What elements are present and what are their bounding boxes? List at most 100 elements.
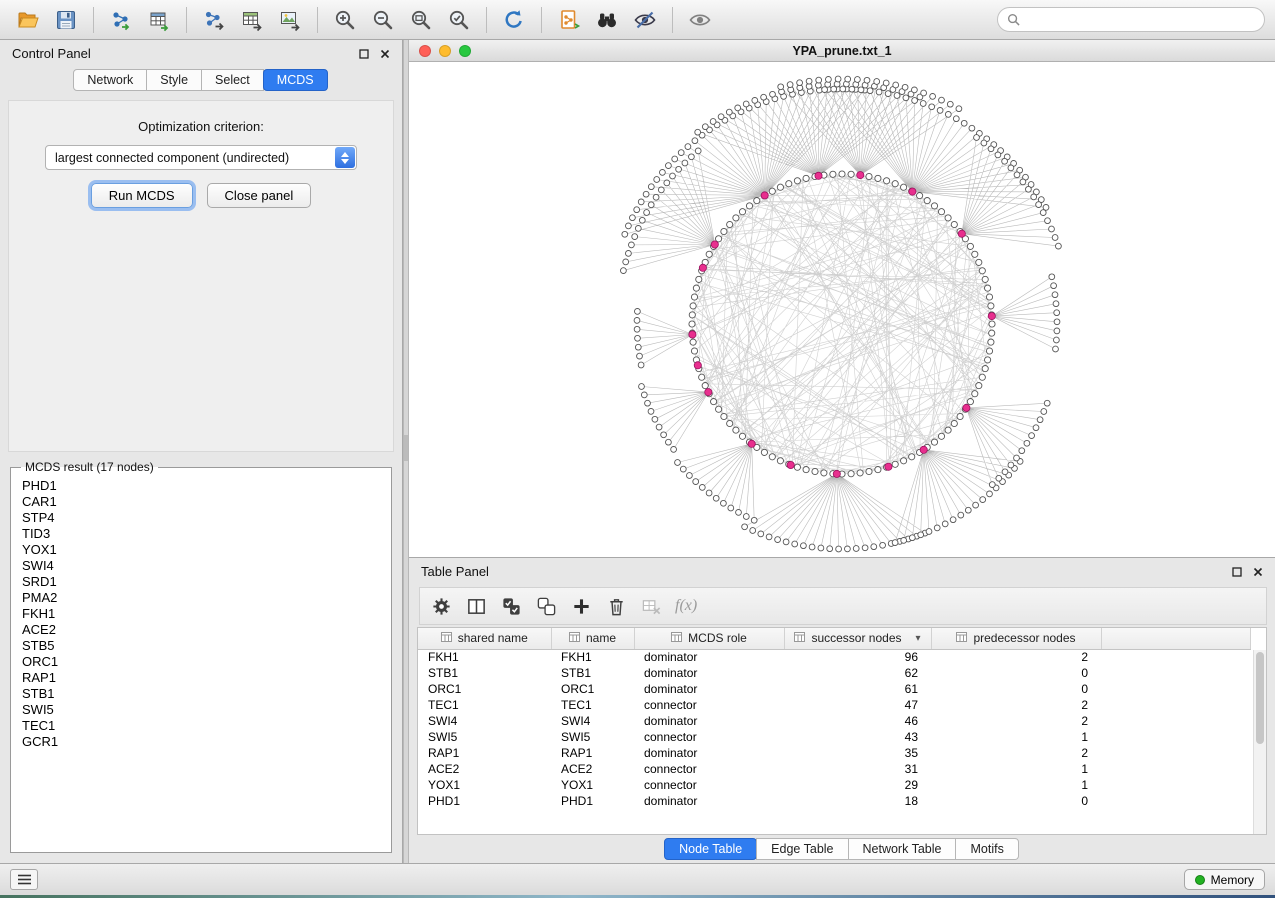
mcds-result-item[interactable]: CAR1 [22,494,389,510]
tab-network-table[interactable]: Network Table [848,838,957,860]
float-panel-icon[interactable] [359,49,369,59]
tab-node-table[interactable]: Node Table [664,838,757,860]
optimization-criterion-select[interactable]: largest connected component (undirected) [45,145,357,170]
column-header-predecessor-nodes[interactable]: predecessor nodes [931,628,1101,649]
mcds-result-item[interactable]: SRD1 [22,574,389,590]
scrollbar-thumb[interactable] [1256,652,1264,744]
mcds-result-item[interactable]: STP4 [22,510,389,526]
import-table-button[interactable] [141,4,177,36]
table-row[interactable]: STB1STB1dominator620 [418,665,1251,681]
panel-menu-button[interactable] [10,869,38,890]
mcds-result-item[interactable]: STB5 [22,638,389,654]
mcds-result-item[interactable]: SWI4 [22,558,389,574]
zoom-selected-icon [447,8,471,32]
column-header-shared-name[interactable]: shared name [418,628,551,649]
network-graph[interactable] [409,62,1275,557]
table-row[interactable]: FKH1FKH1dominator962 [418,649,1251,665]
mcds-result-item[interactable]: FKH1 [22,606,389,622]
export-image-button[interactable] [272,4,308,36]
table-row[interactable]: ORC1ORC1dominator610 [418,681,1251,697]
tab-network[interactable]: Network [73,69,147,91]
save-icon [54,8,78,32]
table-row[interactable]: SWI5SWI5connector431 [418,729,1251,745]
control-panel-title: Control Panel [12,46,91,61]
add-row-button[interactable] [566,592,596,620]
toolbar-separator [186,7,187,33]
export-network-button[interactable] [196,4,232,36]
mcds-result-item[interactable]: YOX1 [22,542,389,558]
select-all-button[interactable] [496,592,526,620]
window-controls [419,45,471,57]
table-cell: FKH1 [418,649,551,665]
mcds-result-item[interactable]: GCR1 [22,734,389,750]
zoom-fit-button[interactable] [403,4,439,36]
search-input[interactable] [1026,13,1255,27]
table-header-row: shared namenameMCDS rolesuccessor nodes▾… [418,628,1251,649]
zoom-selected-button[interactable] [441,4,477,36]
memory-status-icon [1195,875,1205,885]
new-network-from-selection-button[interactable] [551,4,587,36]
panel-splitter[interactable] [403,40,409,863]
column-header-mcds-role[interactable]: MCDS role [634,628,784,649]
close-panel-icon[interactable] [380,49,390,59]
tab-edge-table[interactable]: Edge Table [756,838,848,860]
tab-motifs[interactable]: Motifs [955,838,1018,860]
show-all-button[interactable] [682,4,718,36]
tab-mcds[interactable]: MCDS [263,69,328,91]
mcds-result-item[interactable]: PHD1 [22,478,389,494]
import-network-button[interactable] [103,4,139,36]
minimize-window-icon[interactable] [439,45,451,57]
mcds-result-item[interactable]: SWI5 [22,702,389,718]
import-network-icon [109,8,133,32]
mcds-result-item[interactable]: ORC1 [22,654,389,670]
tab-select[interactable]: Select [201,69,264,91]
float-panel-icon[interactable] [1232,567,1242,577]
refresh-network-button[interactable] [496,4,532,36]
column-header-successor-nodes[interactable]: successor nodes▾ [784,628,931,649]
open-file-button[interactable] [10,4,46,36]
export-table-button[interactable] [234,4,270,36]
table-cell: RAP1 [551,745,634,761]
run-mcds-button[interactable]: Run MCDS [91,183,193,208]
close-panel-button[interactable]: Close panel [207,183,312,208]
table-cell: ORC1 [418,681,551,697]
table-cell: 2 [931,649,1101,665]
table-settings-button[interactable] [426,592,456,620]
table-row[interactable]: SWI4SWI4dominator462 [418,713,1251,729]
mcds-result-item[interactable]: PMA2 [22,590,389,606]
clear-values-button[interactable] [636,592,666,620]
column-header-name[interactable]: name [551,628,634,649]
close-window-icon[interactable] [419,45,431,57]
zoom-in-button[interactable] [327,4,363,36]
first-neighbors-button[interactable] [589,4,625,36]
mcds-result-item[interactable]: STB1 [22,686,389,702]
unselect-all-button[interactable] [531,592,561,620]
memory-button[interactable]: Memory [1184,869,1265,890]
table-scrollbar[interactable] [1253,650,1266,834]
function-builder-button[interactable]: f(x) [671,597,701,615]
mcds-result-item[interactable]: TEC1 [22,718,389,734]
network-view[interactable] [409,62,1275,557]
close-panel-icon[interactable] [1253,567,1263,577]
show-columns-button[interactable] [461,592,491,620]
hide-selection-button[interactable] [627,4,663,36]
table-cell: dominator [634,665,784,681]
table-row[interactable]: RAP1RAP1dominator352 [418,745,1251,761]
save-session-button[interactable] [48,4,84,36]
mcds-result-item[interactable]: RAP1 [22,670,389,686]
table-cell: 0 [931,681,1101,697]
zoom-out-button[interactable] [365,4,401,36]
splitter-handle[interactable] [404,435,408,461]
mcds-result-item[interactable]: TID3 [22,526,389,542]
tab-style[interactable]: Style [146,69,202,91]
mcds-result-item[interactable]: ACE2 [22,622,389,638]
delete-row-button[interactable] [601,592,631,620]
maximize-window-icon[interactable] [459,45,471,57]
table-row[interactable]: YOX1YOX1connector291 [418,777,1251,793]
column-filter-chevron-icon[interactable]: ▾ [916,633,921,644]
columns-icon [466,596,487,617]
table-row[interactable]: ACE2ACE2connector311 [418,761,1251,777]
table-row[interactable]: PHD1PHD1dominator180 [418,793,1251,809]
mcds-result-title: MCDS result (17 nodes) [21,460,158,474]
table-row[interactable]: TEC1TEC1connector472 [418,697,1251,713]
